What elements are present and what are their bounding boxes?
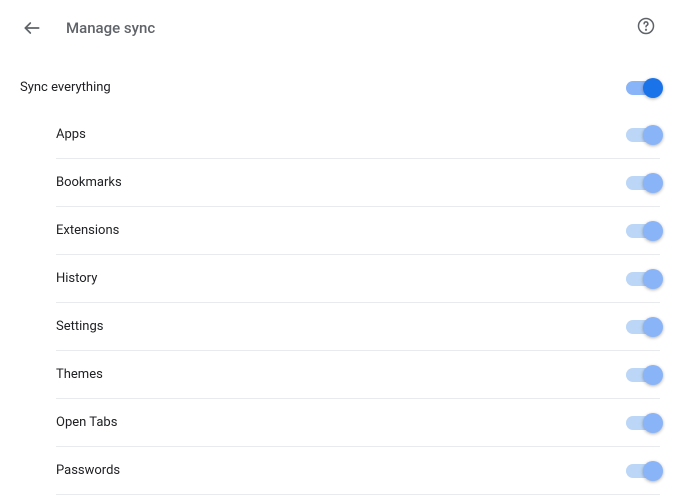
sync-item-settings: Settings xyxy=(56,303,660,351)
toggle-knob xyxy=(643,78,663,98)
toggle-knob xyxy=(643,317,663,337)
back-arrow-icon[interactable] xyxy=(20,16,44,40)
sync-item-history: History xyxy=(56,255,660,303)
sync-item-label: Extensions xyxy=(56,223,119,238)
toggle-knob xyxy=(643,221,663,241)
sync-item-themes: Themes xyxy=(56,351,660,399)
page-title: Manage sync xyxy=(66,19,155,37)
sync-item-open-tabs: Open Tabs xyxy=(56,399,660,447)
sync-item-toggle-bookmarks[interactable] xyxy=(626,176,660,190)
sync-item-label: Passwords xyxy=(56,463,120,478)
toggle-knob xyxy=(643,365,663,385)
sync-everything-label: Sync everything xyxy=(20,80,111,95)
sync-everything-toggle[interactable] xyxy=(626,81,660,95)
sync-item-label: Settings xyxy=(56,319,103,334)
toggle-knob xyxy=(643,461,663,481)
toggle-knob xyxy=(643,269,663,289)
header: Manage sync xyxy=(20,0,660,72)
sync-item-toggle-passwords[interactable] xyxy=(626,464,660,478)
sync-item-toggle-extensions[interactable] xyxy=(626,224,660,238)
sync-item-label: Apps xyxy=(56,127,86,142)
sync-item-passwords: Passwords xyxy=(56,447,660,495)
sync-item-bookmarks: Bookmarks xyxy=(56,159,660,207)
sync-everything-row: Sync everything xyxy=(20,72,660,111)
sync-item-label: Bookmarks xyxy=(56,175,122,190)
sync-item-toggle-settings[interactable] xyxy=(626,320,660,334)
toggle-knob xyxy=(643,125,663,145)
sync-item-toggle-apps[interactable] xyxy=(626,128,660,142)
sync-item-label: History xyxy=(56,271,97,286)
toggle-knob xyxy=(643,413,663,433)
toggle-knob xyxy=(643,173,663,193)
help-icon[interactable] xyxy=(636,16,656,36)
sync-item-toggle-open-tabs[interactable] xyxy=(626,416,660,430)
sync-item-label: Themes xyxy=(56,367,103,382)
sync-item-toggle-themes[interactable] xyxy=(626,368,660,382)
sync-item-extensions: Extensions xyxy=(56,207,660,255)
sync-item-toggle-history[interactable] xyxy=(626,272,660,286)
sync-item-label: Open Tabs xyxy=(56,415,117,430)
sync-item-apps: Apps xyxy=(56,111,660,159)
sync-items-list: Apps Bookmarks Extensions History Settin… xyxy=(20,111,660,495)
